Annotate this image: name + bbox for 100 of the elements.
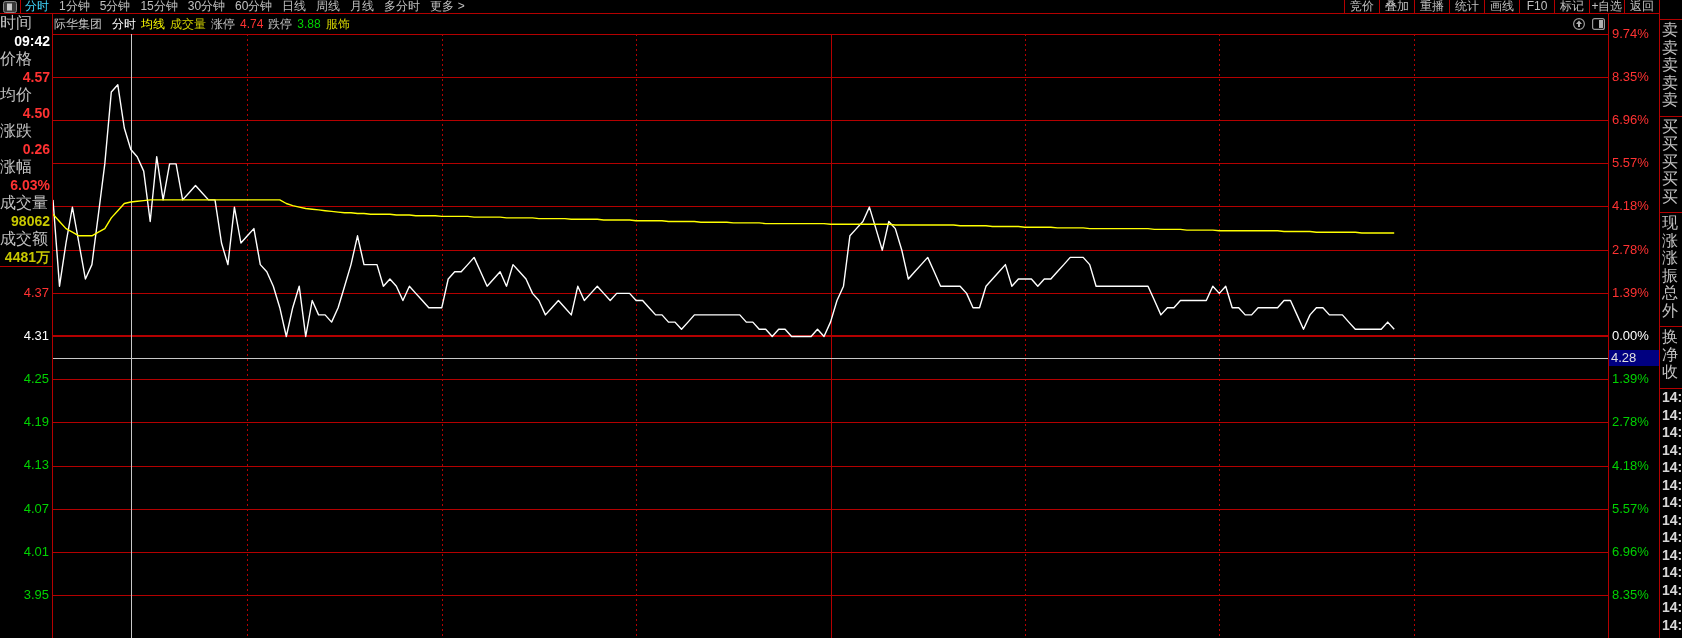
legend-label: 成交量 (170, 17, 206, 31)
arrow-up-circle-icon[interactable] (1573, 18, 1585, 30)
percent-axis-label: 9.74% (1612, 27, 1649, 41)
trade-time: 14: (1662, 616, 1682, 633)
panel-icon[interactable] (1592, 18, 1605, 30)
period-tab[interactable]: 月线 (350, 0, 375, 13)
quote-label: 净 (1662, 345, 1678, 363)
info-value: 4.50 (22, 105, 50, 121)
toolbar-button[interactable]: 画线 (1484, 0, 1519, 13)
info-value: 09:42 (14, 33, 50, 49)
price-axis-label: 4.07 (23, 501, 49, 516)
trade-time: 14: (1662, 581, 1682, 598)
toolbar-button[interactable]: 重播 (1414, 0, 1449, 13)
quote-label: 买 (1662, 135, 1678, 153)
info-label: 价格 (0, 50, 32, 68)
period-tab[interactable]: 更多 > (430, 0, 465, 13)
toolbar-button[interactable]: F10 (1519, 0, 1554, 13)
info-label: 成交额 (0, 230, 48, 248)
quote-label: 收 (1662, 363, 1678, 381)
legend-label: 服饰 (325, 17, 350, 31)
percent-axis-label: 5.57% (1612, 501, 1649, 516)
info-label: 均价 (0, 86, 32, 104)
info-value: 6.03% (10, 177, 50, 193)
period-tab[interactable]: 5分钟 (99, 0, 131, 13)
info-value: 98062 (11, 213, 50, 229)
price-axis-label: 3.95 (23, 587, 49, 602)
legend-label: 分时 (112, 17, 136, 31)
info-value: 4.57 (22, 69, 50, 85)
price-axis-label: 4.01 (23, 544, 49, 559)
percent-axis-label: 2.78% (1612, 242, 1649, 257)
legend-label: 4.74 (240, 17, 264, 31)
toolbar-button[interactable]: 竞价 (1344, 0, 1379, 13)
legend-label: 3.88 (297, 17, 321, 31)
trade-time: 14: (1662, 529, 1682, 546)
info-label: 涨跌 (0, 122, 32, 140)
info-label: 时间 (0, 14, 32, 32)
percent-axis-label: 2.78% (1612, 415, 1649, 430)
trade-time: 14: (1662, 494, 1682, 511)
percent-axis-label: 8.35% (1612, 587, 1649, 602)
toolbar-button[interactable]: 叠加 (1379, 0, 1414, 13)
quote-label: 涨 (1662, 231, 1678, 249)
percent-axis-label: 6.96% (1612, 544, 1649, 559)
quote-label: 买 (1662, 117, 1678, 135)
quote-label: 买 (1662, 152, 1678, 170)
period-tab[interactable]: 60分钟 (235, 0, 273, 13)
price-axis-label: 4.13 (23, 458, 49, 473)
trade-time: 14: (1662, 511, 1682, 528)
legend-label: 跌停 (268, 17, 293, 31)
toolbar-button[interactable]: +自选 (1589, 0, 1624, 13)
stock-name: 际华集团 (54, 17, 102, 31)
price-axis-label: 4.25 (23, 372, 49, 387)
square-icon[interactable] (3, 0, 17, 13)
period-tab[interactable]: 周线 (316, 0, 341, 13)
info-label: 成交量 (0, 194, 48, 212)
period-tab[interactable]: 日线 (282, 0, 307, 13)
trade-time: 14: (1662, 389, 1682, 406)
percent-axis-label: 4.18% (1612, 458, 1649, 473)
info-value: 0.26 (22, 141, 50, 157)
period-tab[interactable]: 多分时 (384, 0, 421, 13)
toolbar-button[interactable]: 标记 (1554, 0, 1589, 13)
price-axis-label: 4.19 (23, 415, 49, 430)
quote-label: 总 (1662, 284, 1678, 302)
period-tab[interactable]: 30分钟 (187, 0, 226, 13)
toolbar-button[interactable]: 返回 (1624, 0, 1659, 13)
percent-axis-label: 0.00% (1612, 329, 1649, 343)
quote-label: 卖 (1662, 91, 1678, 109)
period-tab[interactable]: 1分钟 (59, 0, 90, 13)
trade-time: 14: (1662, 459, 1682, 476)
legend-label: 涨停 (211, 17, 235, 31)
trade-time: 14: (1662, 546, 1682, 563)
quote-label: 卖 (1662, 38, 1678, 56)
trade-time: 14: (1662, 424, 1682, 441)
quote-label: 外 (1662, 301, 1678, 319)
quote-label: 现 (1662, 214, 1678, 232)
info-label: 涨幅 (0, 158, 32, 176)
quote-label: 卖 (1662, 21, 1678, 39)
period-tab[interactable]: 分时 (25, 0, 49, 13)
percent-axis-label: 1.39% (1612, 285, 1649, 300)
quote-label: 涨 (1662, 249, 1678, 267)
trade-time: 14: (1662, 599, 1682, 616)
info-value: 4481万 (4, 249, 50, 265)
trade-time: 14: (1662, 406, 1682, 423)
quote-label: 换 (1662, 328, 1678, 346)
quote-label: 买 (1662, 187, 1678, 205)
trade-time: 14: (1662, 564, 1682, 581)
price-axis-label: 4.31 (23, 329, 49, 343)
percent-axis-label: 4.18% (1612, 199, 1649, 214)
trade-time: 14: (1662, 476, 1682, 493)
percent-axis-label: 8.35% (1612, 70, 1649, 85)
quote-label: 买 (1662, 170, 1678, 188)
quote-label: 卖 (1662, 56, 1678, 74)
trade-time: 14: (1662, 441, 1682, 458)
percent-axis-label: 5.57% (1612, 156, 1649, 171)
quote-label: 卖 (1662, 73, 1678, 91)
toolbar-button[interactable]: 统计 (1449, 0, 1484, 13)
percent-axis-label: 1.39% (1612, 372, 1649, 387)
percent-axis-label: 6.96% (1612, 113, 1649, 128)
period-tab[interactable]: 15分钟 (140, 0, 178, 13)
quote-label: 振 (1662, 266, 1678, 284)
crosshair-price-label: 4.28 (1609, 350, 1659, 366)
